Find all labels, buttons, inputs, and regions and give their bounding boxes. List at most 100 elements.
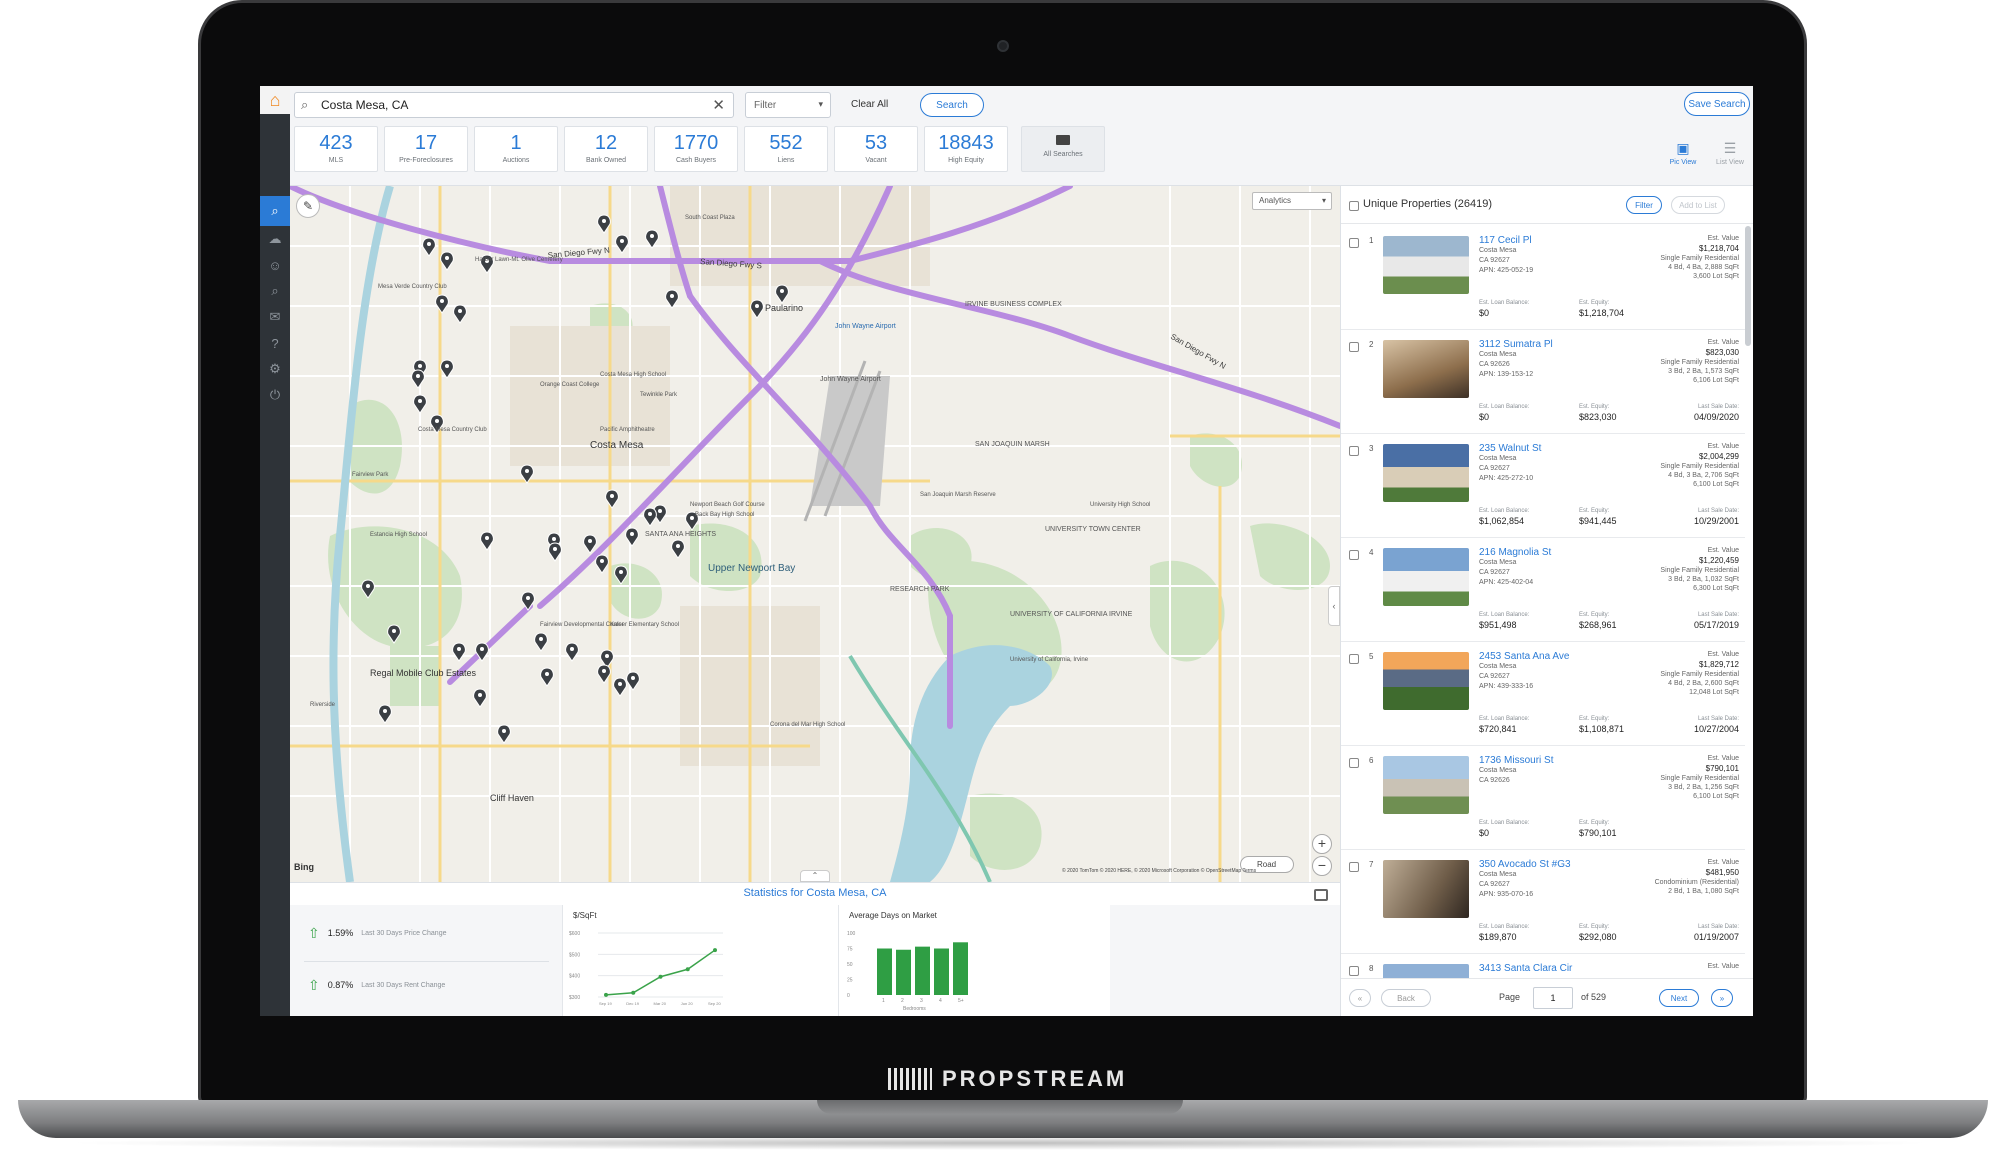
select-all-checkbox[interactable] [1349, 201, 1359, 211]
results-scrollbar[interactable] [1745, 226, 1751, 346]
listing-address[interactable]: 216 Magnolia St [1479, 547, 1551, 558]
listing-city: Costa Mesa [1479, 559, 1517, 566]
map-label: Costa Mesa High School [600, 372, 666, 378]
property-photo[interactable] [1383, 756, 1469, 814]
listing-checkbox[interactable] [1349, 758, 1359, 768]
tile-label: Auctions [502, 157, 530, 164]
last-sale-label: Last Sale Date: [1697, 612, 1739, 618]
listing-city: Costa Mesa [1479, 351, 1517, 358]
dom-bar-chart: 0 25 50 75 100 1 2 3 4 5+ Bedrooms [847, 931, 968, 1012]
category-tile[interactable]: 18843 High Equity [924, 126, 1008, 172]
draw-tool-icon[interactable]: ✎ [296, 194, 320, 218]
pic-view-label: Pic View [1669, 159, 1697, 166]
est-value-label: Est. Value [1707, 859, 1739, 866]
map-canvas[interactable]: San Diego Fwy NSan Diego Fwy SSan Diego … [290, 186, 1340, 882]
property-photo[interactable] [1383, 652, 1469, 710]
all-searches-label: All Searches [1043, 151, 1083, 158]
lot-sqft: 6,300 Lot SqFt [1693, 585, 1739, 592]
zoom-in-button[interactable]: + [1312, 834, 1332, 854]
y-tick-label: 25 [847, 978, 853, 984]
listing-address[interactable]: 3112 Sumatra Pl [1479, 339, 1553, 350]
last-sale-label: Last Sale Date: [1697, 508, 1739, 514]
add-to-list-button[interactable]: Add to List [1671, 196, 1725, 214]
save-search-button[interactable]: Save Search [1684, 92, 1750, 116]
lot-sqft: 6,106 Lot SqFt [1693, 377, 1739, 384]
property-map[interactable]: San Diego Fwy N San Diego Fwy S San Diego … [290, 186, 1340, 882]
category-tile[interactable]: 1770 Cash Buyers [654, 126, 738, 172]
search-nav-icon[interactable]: ⌕ [260, 196, 290, 226]
power-nav-icon[interactable]: ⏻ [260, 380, 290, 410]
equity-label: Est. Equity: [1579, 716, 1610, 722]
listing-card[interactable]: 7 350 Avocado St #G3 Costa Mesa CA 92627… [1341, 850, 1745, 954]
last-page-button[interactable]: » [1711, 989, 1733, 1007]
listing-address[interactable]: 350 Avocado St #G3 [1479, 859, 1571, 870]
est-value: $481,950 [1705, 868, 1739, 877]
filter-select-label: Filter [754, 99, 777, 111]
clear-all-button[interactable]: Clear All [843, 92, 896, 118]
listing-card[interactable]: 4 216 Magnolia St Costa Mesa CA 92627 AP… [1341, 538, 1745, 642]
est-value-label: Est. Value [1707, 651, 1739, 658]
category-tile[interactable]: 1 Auctions [474, 126, 558, 172]
clear-search-icon[interactable]: ✕ [712, 96, 725, 114]
filter-select[interactable]: Filter ▾ [745, 92, 831, 118]
listing-address[interactable]: 1736 Missouri St [1479, 755, 1553, 766]
pic-view-toggle[interactable]: ▣ Pic View [1663, 140, 1703, 166]
listing-checkbox[interactable] [1349, 654, 1359, 664]
listing-zip: CA 92627 [1479, 465, 1510, 472]
est-value-label: Est. Value [1707, 547, 1739, 554]
property-photo[interactable] [1383, 860, 1469, 918]
listing-checkbox[interactable] [1349, 862, 1359, 872]
all-searches-tile[interactable]: All Searches [1021, 126, 1105, 172]
analytics-select[interactable]: Analytics ▾ [1252, 192, 1332, 210]
listing-checkbox[interactable] [1349, 966, 1359, 976]
listing-checkbox[interactable] [1349, 446, 1359, 456]
category-tile[interactable]: 423 MLS [294, 126, 378, 172]
listing-card[interactable]: 1 117 Cecil Pl Costa Mesa CA 92627 APN: … [1341, 226, 1745, 330]
expand-stats-button[interactable]: ⌃ [800, 870, 830, 882]
listing-checkbox[interactable] [1349, 342, 1359, 352]
list-filter-button[interactable]: Filter [1626, 196, 1662, 214]
listing-checkbox[interactable] [1349, 238, 1359, 248]
listing-card[interactable]: 6 1736 Missouri St Costa Mesa CA 92626 E… [1341, 746, 1745, 850]
category-tile[interactable]: 12 Bank Owned [564, 126, 648, 172]
results-title: Unique Properties (26419) [1363, 198, 1493, 210]
listing-checkbox[interactable] [1349, 550, 1359, 560]
listing-card[interactable]: 5 2453 Santa Ana Ave Costa Mesa CA 92627… [1341, 642, 1745, 746]
listing-address[interactable]: 235 Walnut St [1479, 443, 1541, 454]
est-value-label: Est. Value [1707, 235, 1739, 242]
print-icon[interactable] [1314, 889, 1328, 901]
page-input[interactable]: 1 [1533, 987, 1573, 1009]
back-button[interactable]: Back [1381, 989, 1431, 1007]
listing-address[interactable]: 117 Cecil Pl [1479, 235, 1532, 246]
home-logo-icon[interactable]: ⌂ [260, 86, 290, 114]
est-value: $790,101 [1705, 764, 1739, 773]
beds-baths-sqft: 4 Bd, 4 Ba, 2,888 SqFt [1668, 264, 1739, 271]
next-button[interactable]: Next [1659, 989, 1699, 1007]
tile-count: 17 [414, 132, 438, 154]
property-photo[interactable] [1383, 548, 1469, 606]
x-tick-label: 1 [882, 998, 885, 1004]
listing-address[interactable]: 3413 Santa Clara Cir [1479, 963, 1572, 974]
category-tile[interactable]: 552 Liens [744, 126, 828, 172]
loan-balance: $720,841 [1479, 724, 1517, 734]
listing-card[interactable]: 3 235 Walnut St Costa Mesa CA 92627 APN:… [1341, 434, 1745, 538]
chevron-down-icon: ▾ [1321, 196, 1326, 205]
list-view-toggle[interactable]: ☰ List View [1710, 140, 1750, 166]
listing-city: Costa Mesa [1479, 767, 1517, 774]
map-label: Orange Coast College [540, 382, 600, 388]
category-tile[interactable]: 53 Vacant [834, 126, 918, 172]
property-photo[interactable] [1383, 340, 1469, 398]
listing-address[interactable]: 2453 Santa Ana Ave [1479, 651, 1569, 662]
brand-name: PROPSTREAM [942, 1066, 1128, 1091]
listing-card[interactable]: 2 3112 Sumatra Pl Costa Mesa CA 92626 AP… [1341, 330, 1745, 434]
first-page-button[interactable]: « [1349, 989, 1371, 1007]
loan-balance-label: Est. Loan Balance: [1479, 612, 1530, 618]
collapse-panel-button[interactable]: ‹ [1328, 586, 1340, 626]
category-tile[interactable]: 17 Pre-Foreclosures [384, 126, 468, 172]
property-photo[interactable] [1383, 236, 1469, 294]
equity-label: Est. Equity: [1579, 820, 1610, 826]
search-button[interactable]: Search [920, 93, 984, 117]
property-photo[interactable] [1383, 444, 1469, 502]
search-input[interactable]: ⌕ Costa Mesa, CA ✕ [294, 92, 734, 118]
zoom-out-button[interactable]: − [1312, 856, 1332, 876]
